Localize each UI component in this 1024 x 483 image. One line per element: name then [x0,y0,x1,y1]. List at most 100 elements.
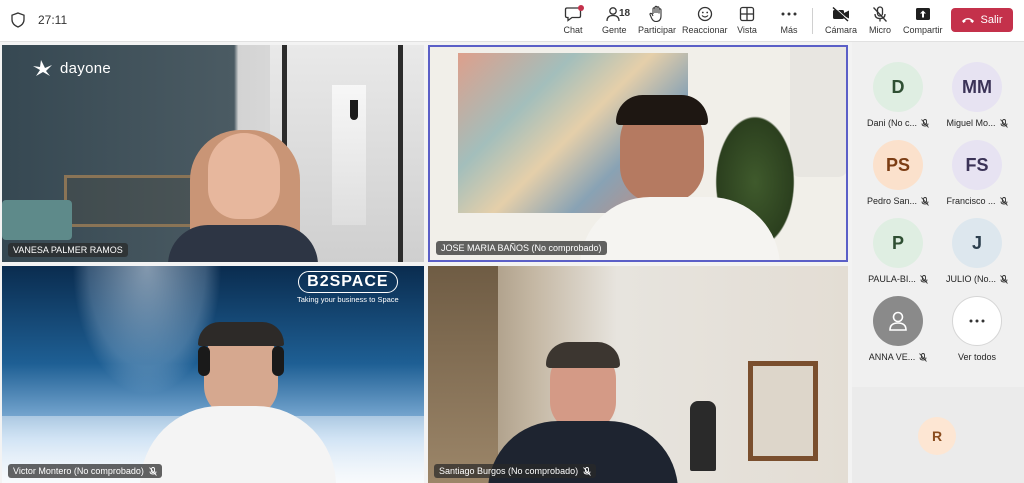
participant-name-tag: Santiago Burgos (No comprobado) [434,464,597,478]
participant-pedro[interactable]: PS Pedro San... [858,140,938,220]
participant-name: ANNA VE... [868,352,916,362]
avatar: J [952,218,1002,268]
participant-label: PAULA-BI... [868,274,928,284]
raise-hand-button[interactable]: Participar [638,5,676,37]
video-tile-santiago[interactable]: Santiago Burgos (No comprobado) [428,266,848,483]
mic-off-icon [999,196,1008,206]
view-all-button[interactable]: Ver todos [937,296,1017,376]
meeting-toolbar: 27:11 Chat 18 Gente Participar Reacciona… [0,0,1024,42]
view-button[interactable]: Vista [737,5,757,37]
headset-left [198,346,210,376]
react-label: Reaccionar [682,25,728,35]
share-button[interactable]: Compartir [903,5,943,37]
react-button[interactable]: Reaccionar [682,5,728,37]
self-view-area: R [852,387,1024,483]
participant-name-tag: Victor Montero (No comprobado) [8,464,162,478]
avatar: P [873,218,923,268]
participant-name: Pedro San... [866,196,918,206]
participant-miguel[interactable]: MM Miguel Mo... [937,62,1017,142]
video-tile-victor[interactable]: B2SPACE Taking your business to Space Vi… [2,266,424,483]
mic-off-icon [920,274,928,284]
person-icon [889,311,907,331]
b2space-logo: B2SPACE Taking your business to Space [297,271,399,304]
participant-name: VANESA PALMER RAMOS [13,245,123,255]
hanging-coat [690,401,716,471]
people-count: 18 [619,8,631,19]
video-stage: dayone VANESA PALMER RAMOS JOSE MARIA BA… [0,42,852,483]
more-label: Más [780,25,798,35]
smiley-icon [695,5,715,23]
leave-label: Salir [980,14,1003,26]
camera-label: Cámara [825,25,858,35]
camera-off-icon [831,5,851,23]
video-tile-vanesa[interactable]: dayone VANESA PALMER RAMOS [2,45,424,262]
meeting-timer: 27:11 [38,13,68,27]
mic-off-icon [921,196,929,206]
more-dots-icon [969,319,985,323]
pendant-lamp [350,100,358,120]
self-avatar[interactable]: R [918,417,956,455]
leave-button[interactable]: Salir [951,8,1013,32]
participant-name-tag: VANESA PALMER RAMOS [8,243,128,257]
b2space-tagline: Taking your business to Space [297,295,399,304]
mic-off-icon [919,352,928,362]
participant-name: Miguel Mo... [946,118,996,128]
participant-francisco[interactable]: FS Francisco ... [937,140,1017,220]
chat-label: Chat [563,25,583,35]
participant-name: JULIO (No... [945,274,996,284]
avatar: D [873,62,923,112]
person-hair [546,342,620,368]
mic-off-icon [921,118,929,128]
bookshelf [428,266,498,483]
star-logo-icon [33,60,52,76]
toolbar-divider [812,8,813,34]
avatar [952,296,1002,346]
hang-up-icon [962,18,975,23]
more-dots-icon [779,5,799,23]
mic-label: Micro [869,25,891,35]
mic-off-icon [1000,274,1008,284]
participant-julio[interactable]: J JULIO (No... [937,218,1017,298]
avatar [873,296,923,346]
participant-label: ANNA VE... [869,352,928,362]
view-label: Vista [737,25,757,35]
sofa [2,200,72,240]
participant-name: Santiago Burgos (No comprobado) [439,466,579,476]
participant-name: Dani (No c... [866,118,917,128]
participant-label: Miguel Mo... [946,118,1008,128]
person-face [208,133,280,219]
participant-anna[interactable]: ANNA VE... [858,296,938,376]
people-button[interactable]: 18 Gente [602,5,631,37]
participant-name: JOSE MARIA BAÑOS (No comprobado) [441,243,602,253]
mic-off-icon [870,5,890,23]
participant-name: PAULA-BI... [868,274,916,284]
participant-label: Francisco ... [946,196,1008,206]
corridor-depth [332,85,366,225]
b2space-wordmark: B2SPACE [298,271,398,293]
view-all-label: Ver todos [957,352,997,362]
dayone-wordmark: dayone [60,59,112,77]
participant-paula[interactable]: P PAULA-BI... [858,218,938,298]
person-hair [616,95,708,125]
grid-view-icon [737,5,757,23]
wall-shelf [64,175,194,227]
participant-name: Francisco ... [946,196,996,206]
participant-name-tag: JOSE MARIA BAÑOS (No comprobado) [436,241,607,255]
participant-name: Victor Montero (No comprobado) [13,466,144,476]
video-tile-jose-maria[interactable]: JOSE MARIA BAÑOS (No comprobado) [428,45,848,262]
mic-button[interactable]: Micro [869,5,891,37]
avatar: MM [952,62,1002,112]
participant-label: Ver todos [958,352,996,362]
shield-icon [11,12,25,28]
headset-right [272,346,284,376]
mic-off-icon [583,466,591,476]
person-shoulders [168,225,318,262]
more-button[interactable]: Más [779,5,799,37]
chat-button[interactable]: Chat [563,5,584,37]
participant-dani[interactable]: D Dani (No c... [858,62,938,142]
window-frame [398,45,403,262]
camera-button[interactable]: Cámara [825,5,857,37]
mic-off-icon [149,466,157,476]
avatar: FS [952,140,1002,190]
raise-hand-label: Participar [638,25,677,35]
